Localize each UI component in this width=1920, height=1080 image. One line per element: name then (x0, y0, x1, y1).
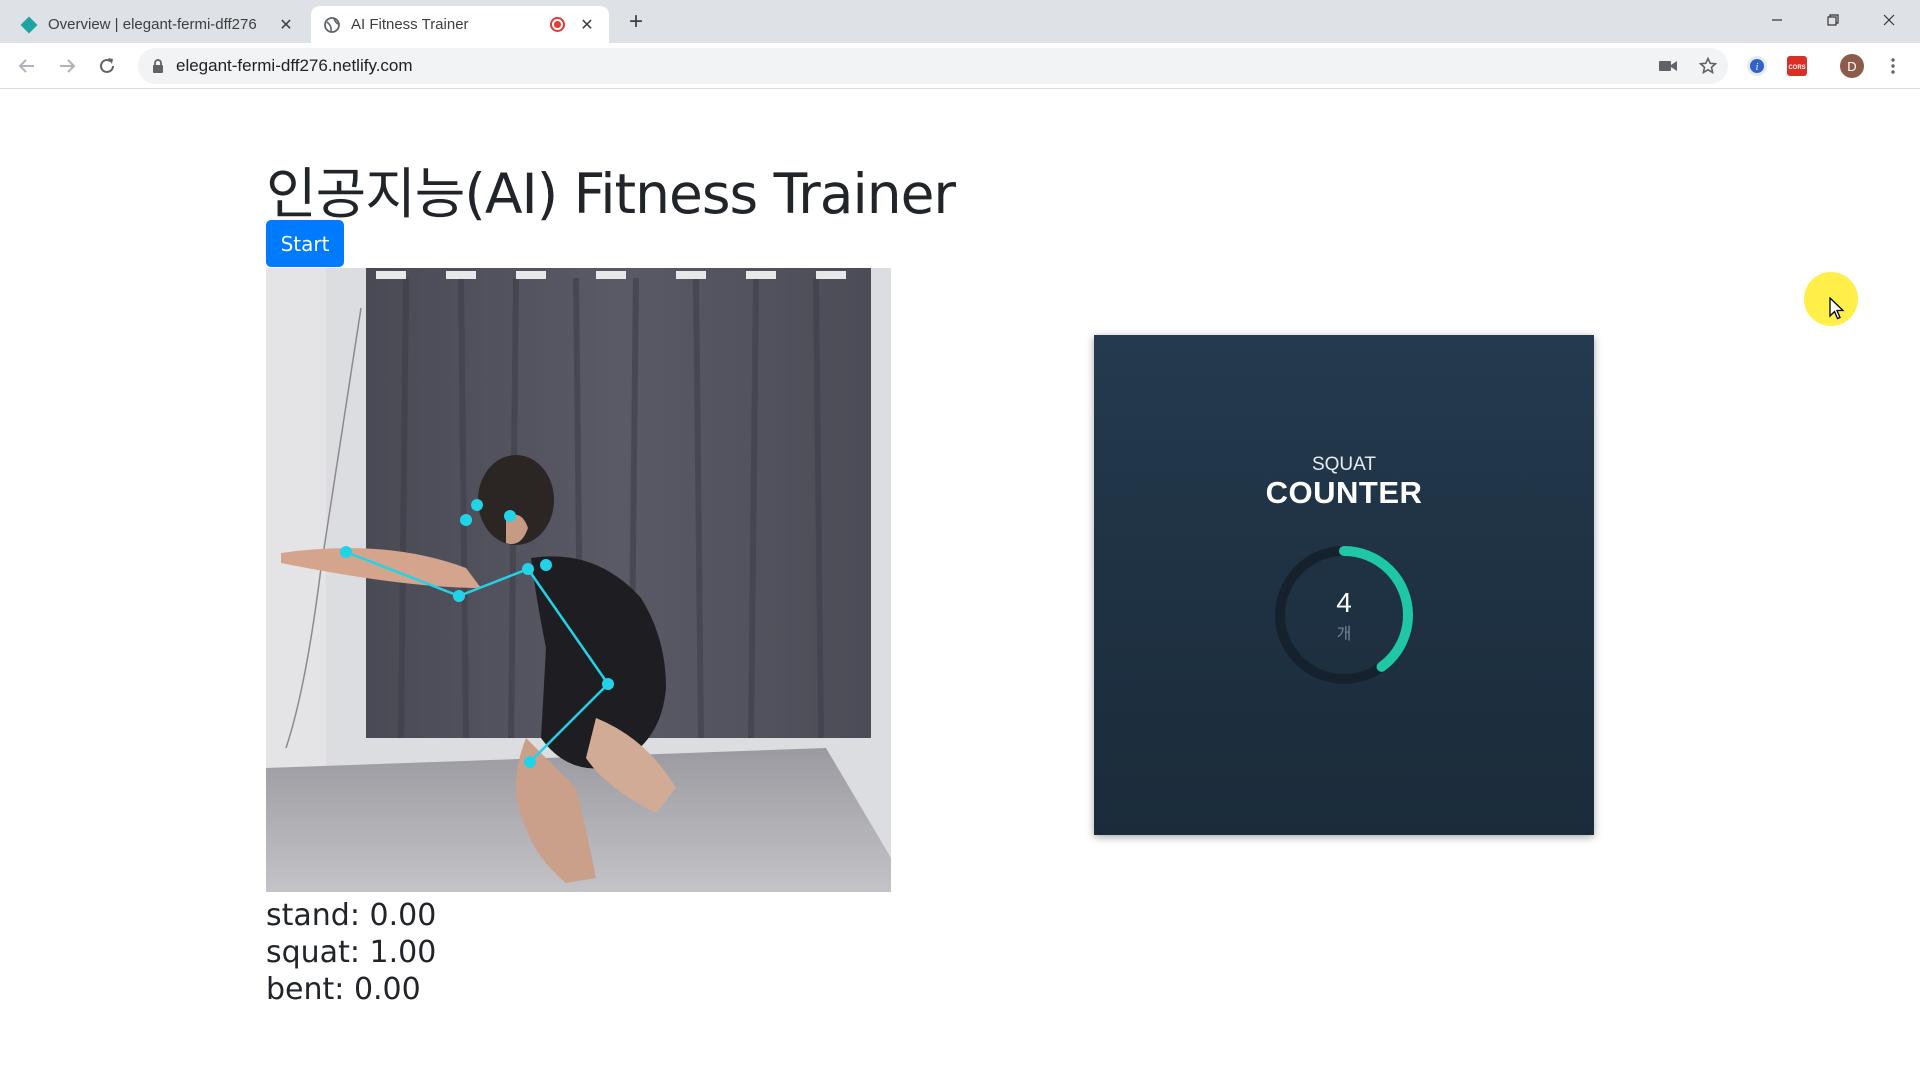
bookmark-star-icon[interactable] (1688, 48, 1728, 84)
new-tab-button[interactable]: + (623, 9, 649, 35)
back-icon[interactable] (13, 52, 41, 80)
netlify-diamond-icon (20, 16, 38, 34)
prediction-label: stand (266, 898, 350, 933)
profile-initial: D (1840, 54, 1864, 78)
cors-extension-icon[interactable]: CORS (1783, 52, 1811, 80)
close-window-icon[interactable] (1866, 0, 1912, 40)
mouse-cursor-icon (1829, 297, 1845, 320)
browser-toolbar: elegant-fermi-dff276.netlify.com i CORS … (0, 43, 1920, 89)
camera-icon[interactable] (1648, 48, 1688, 84)
prediction-list: stand: 0.00 squat: 1.00 bent: 0.00 (266, 897, 436, 1008)
prediction-value: 0.00 (353, 972, 421, 1007)
counter-subtitle: SQUAT (1311, 454, 1377, 475)
prediction-label: bent (266, 972, 335, 1007)
start-button[interactable]: Start (266, 220, 344, 267)
prediction-bent: bent: 0.00 (266, 972, 421, 1007)
globe-icon (323, 16, 341, 34)
tab-title: AI Fitness Trainer (351, 16, 469, 33)
page-title: 인공지능(AI) Fitness Trainer (266, 162, 956, 226)
browser-tab-strip: Overview | elegant-fermi-dff276 ✕ AI Fit… (0, 0, 1920, 43)
tab-title: Overview | elegant-fermi-dff276 (48, 16, 257, 33)
page-content: 인공지능(AI) Fitness Trainer Start stand: 0.… (0, 89, 1920, 1080)
address-bar[interactable]: elegant-fermi-dff276.netlify.com (138, 48, 1728, 84)
prediction-label: squat (266, 935, 350, 970)
lock-icon[interactable] (152, 59, 164, 73)
tab-ai-fitness-trainer[interactable]: AI Fitness Trainer ✕ (311, 6, 609, 43)
minimize-icon[interactable] (1754, 0, 1800, 40)
url-text: elegant-fermi-dff276.netlify.com (176, 56, 413, 75)
counter-unit: 개 (1336, 624, 1352, 643)
webcam-frame (266, 268, 891, 892)
profile-avatar[interactable]: D (1838, 52, 1866, 80)
cors-label: CORS (1788, 65, 1805, 71)
tab-overview[interactable]: Overview | elegant-fermi-dff276 ✕ (8, 6, 308, 43)
close-tab-icon[interactable]: ✕ (276, 15, 296, 35)
extension-info-icon[interactable]: i (1743, 52, 1771, 80)
restore-icon[interactable] (1810, 0, 1856, 40)
webcam-pose-canvas (266, 268, 891, 892)
prediction-value: 0.00 (369, 898, 437, 933)
forward-icon[interactable] (53, 52, 81, 80)
squat-counter-card: SQUAT COUNTER 4 개 (1094, 335, 1594, 835)
svg-text:i: i (1756, 62, 1759, 73)
counter-value: 4 (1336, 587, 1352, 618)
counter-title: COUNTER (1265, 475, 1423, 510)
reload-icon[interactable] (93, 52, 121, 80)
prediction-stand: stand: 0.00 (266, 898, 437, 933)
recording-indicator-icon (550, 17, 565, 32)
prediction-squat: squat: 1.00 (266, 935, 437, 970)
close-tab-icon[interactable]: ✕ (577, 15, 597, 35)
prediction-value: 1.00 (369, 935, 437, 970)
menu-kebab-icon[interactable] (1879, 52, 1907, 80)
